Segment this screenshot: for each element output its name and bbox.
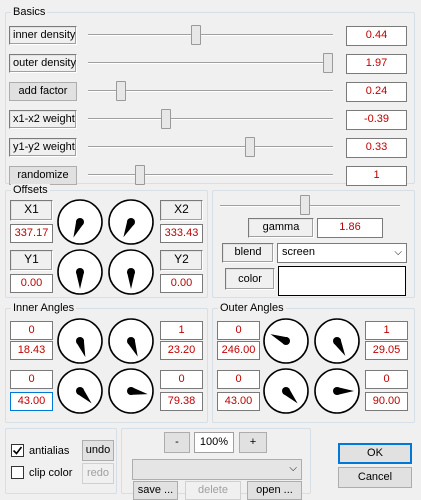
- inner-angle-dial-1[interactable]: [56, 317, 104, 365]
- basics-slider-track[interactable]: [88, 62, 333, 64]
- gamma-slider-thumb[interactable]: [299, 195, 310, 215]
- clip-color-label: clip color: [29, 467, 73, 479]
- basics-row-label: y1-y2 weight: [9, 138, 77, 157]
- basics-slider-thumb[interactable]: [191, 25, 202, 45]
- basics-row-label[interactable]: add factor: [9, 82, 77, 101]
- chevron-down-icon: ⌵: [289, 463, 297, 474]
- inner-right-top-angle[interactable]: 23.20: [160, 341, 203, 360]
- basics-slider-track[interactable]: [88, 146, 333, 148]
- x1-value[interactable]: 337.17: [10, 224, 53, 243]
- basics-row-label: inner density: [9, 26, 77, 45]
- basics-slider-thumb[interactable]: [135, 165, 145, 185]
- y2-offset-dial[interactable]: [107, 248, 155, 296]
- x1-label: X1: [10, 200, 53, 221]
- delete-button[interactable]: delete: [185, 481, 241, 500]
- antialias-checkbox[interactable]: [11, 444, 24, 457]
- outer-right-bottom-index[interactable]: 0: [365, 370, 408, 389]
- blend-label: blend: [222, 243, 274, 263]
- inner-angles-title: Inner Angles: [11, 302, 77, 314]
- basics-title: Basics: [11, 6, 48, 18]
- offsets-title: Offsets: [11, 184, 50, 196]
- zoom-value[interactable]: 100%: [194, 432, 234, 453]
- y2-label: Y2: [160, 250, 203, 271]
- save-button[interactable]: save ...: [133, 481, 178, 500]
- basics-slider-thumb[interactable]: [116, 81, 127, 101]
- clip-color-checkbox[interactable]: [11, 466, 24, 479]
- basics-slider-track[interactable]: [88, 34, 333, 36]
- blend-select[interactable]: screen ⌵: [277, 243, 407, 263]
- y1-label: Y1: [10, 250, 53, 271]
- checkmark-icon: [12, 446, 23, 455]
- x1-offset-dial[interactable]: [56, 198, 104, 246]
- open-button[interactable]: open ...: [247, 481, 302, 500]
- preset-select[interactable]: ⌵: [132, 459, 302, 480]
- redo-button[interactable]: redo: [82, 463, 114, 484]
- outer-angle-dial-1[interactable]: [262, 317, 310, 365]
- basics-row-value[interactable]: -0.39: [346, 110, 407, 130]
- basics-row-label[interactable]: randomize: [9, 166, 77, 185]
- color-label: color: [225, 268, 275, 290]
- outer-right-top-angle[interactable]: 29.05: [365, 341, 408, 360]
- gamma-value[interactable]: 1.86: [317, 218, 383, 238]
- outer-left-bottom-index[interactable]: 0: [217, 370, 260, 389]
- inner-left-bottom-angle[interactable]: 43.00: [10, 392, 53, 411]
- outer-angles-title: Outer Angles: [218, 302, 286, 314]
- outer-left-top-index[interactable]: 0: [217, 321, 260, 340]
- basics-slider-thumb[interactable]: [323, 53, 333, 73]
- outer-angle-dial-3[interactable]: [262, 367, 310, 415]
- inner-right-bottom-angle[interactable]: 79.38: [160, 392, 203, 411]
- inner-left-bottom-index[interactable]: 0: [10, 370, 53, 389]
- cancel-button[interactable]: Cancel: [338, 467, 412, 488]
- y1-offset-dial[interactable]: [56, 248, 104, 296]
- zoom-out-button[interactable]: -: [164, 432, 190, 453]
- outer-angle-dial-2[interactable]: [313, 317, 361, 365]
- inner-right-bottom-index[interactable]: 0: [160, 370, 203, 389]
- basics-row-label: outer density: [9, 54, 77, 73]
- y1-value[interactable]: 0.00: [10, 274, 53, 293]
- outer-left-top-angle[interactable]: 246.00: [217, 341, 260, 360]
- outer-right-bottom-angle[interactable]: 90.00: [365, 392, 408, 411]
- outer-right-top-index[interactable]: 1: [365, 321, 408, 340]
- zoom-in-button[interactable]: +: [239, 432, 267, 453]
- basics-slider-track[interactable]: [88, 118, 333, 120]
- inner-angle-dial-2[interactable]: [107, 317, 155, 365]
- basics-row-value[interactable]: 0.33: [346, 138, 407, 158]
- undo-button[interactable]: undo: [82, 440, 114, 461]
- chevron-down-icon: ⌵: [394, 247, 402, 258]
- basics-slider-thumb[interactable]: [245, 137, 256, 157]
- basics-slider-thumb[interactable]: [160, 109, 171, 129]
- inner-angle-dial-3[interactable]: [56, 367, 104, 415]
- inner-angle-dial-4[interactable]: [107, 367, 155, 415]
- gamma-slider-track[interactable]: [220, 205, 400, 207]
- outer-left-bottom-angle[interactable]: 43.00: [217, 392, 260, 411]
- ok-button[interactable]: OK: [338, 443, 412, 464]
- basics-row-value[interactable]: 1.97: [346, 54, 407, 74]
- basics-row-value[interactable]: 0.24: [346, 82, 407, 102]
- footer-left-panel: [5, 428, 117, 494]
- inner-left-top-index[interactable]: 0: [10, 321, 53, 340]
- x2-value[interactable]: 333.43: [160, 224, 203, 243]
- x2-offset-dial[interactable]: [107, 198, 155, 246]
- basics-row-label: x1-x2 weight: [9, 110, 77, 129]
- gamma-label: gamma: [248, 218, 314, 238]
- color-swatch[interactable]: [278, 266, 406, 296]
- antialias-label: antialias: [29, 445, 70, 457]
- y2-value[interactable]: 0.00: [160, 274, 203, 293]
- inner-right-top-index[interactable]: 1: [160, 321, 203, 340]
- basics-row-value[interactable]: 1: [346, 166, 407, 186]
- inner-left-top-angle[interactable]: 18.43: [10, 341, 53, 360]
- basics-slider-track[interactable]: [88, 174, 333, 176]
- outer-angle-dial-4[interactable]: [313, 367, 361, 415]
- blend-select-value: screen: [282, 246, 316, 258]
- x2-label: X2: [160, 200, 203, 221]
- basics-row-value[interactable]: 0.44: [346, 26, 407, 46]
